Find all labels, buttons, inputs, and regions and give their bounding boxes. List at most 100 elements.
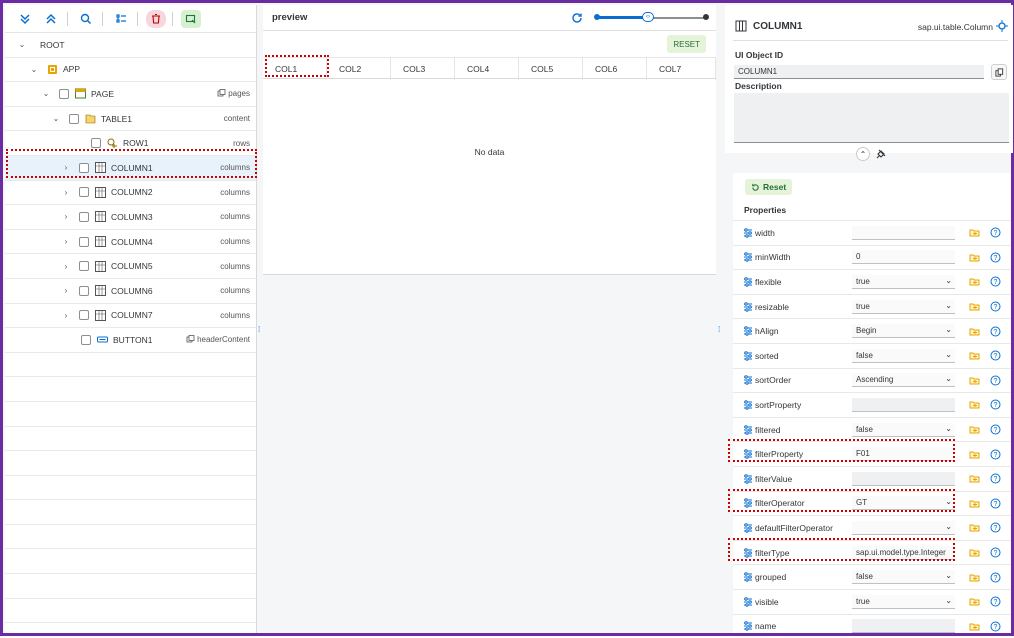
help-icon[interactable]: ? — [990, 449, 1001, 460]
navigate-icon[interactable] — [996, 20, 1008, 32]
help-icon[interactable]: ? — [990, 252, 1001, 263]
tree-node-column3[interactable]: ›COLUMN3columns — [5, 205, 256, 230]
help-icon[interactable]: ? — [990, 572, 1001, 583]
binding-icon[interactable] — [969, 276, 980, 287]
chevron-right-icon[interactable]: › — [61, 163, 71, 172]
tree-node-page[interactable]: ⌄PAGEpages — [5, 82, 256, 107]
tree-node-app[interactable]: ⌄APP — [5, 58, 256, 83]
tree-node-row1[interactable]: ROW1rows — [5, 131, 256, 156]
property-value-select[interactable]: ⌄ — [852, 521, 955, 535]
chevron-down-icon[interactable]: ⌄ — [29, 65, 39, 74]
tree-node-checkbox[interactable] — [79, 212, 89, 222]
chevron-right-icon[interactable]: › — [61, 237, 71, 246]
expand-all-icon[interactable] — [15, 10, 35, 28]
binding-icon[interactable] — [969, 227, 980, 238]
tree-node-checkbox[interactable] — [91, 138, 101, 148]
help-icon[interactable]: ? — [990, 350, 1001, 361]
tree-node-column5[interactable]: ›COLUMN5columns — [5, 254, 256, 279]
help-icon[interactable]: ? — [990, 424, 1001, 435]
property-value-input[interactable] — [852, 226, 955, 240]
chevron-down-icon[interactable]: ⌄ — [51, 114, 61, 123]
help-icon[interactable]: ? — [990, 621, 1001, 632]
tree-node-checkbox[interactable] — [79, 286, 89, 296]
binding-icon[interactable] — [969, 375, 980, 386]
refresh-icon[interactable] — [571, 12, 583, 24]
binding-icon[interactable] — [969, 473, 980, 484]
tree-node-column2[interactable]: ›COLUMN2columns — [5, 181, 256, 206]
reset-properties-button[interactable]: Reset — [745, 179, 792, 195]
binding-icon[interactable] — [969, 350, 980, 361]
tree-node-column4[interactable]: ›COLUMN4columns — [5, 230, 256, 255]
tree-node-root[interactable]: ⌄ROOT — [5, 33, 256, 58]
help-icon[interactable]: ? — [990, 276, 1001, 287]
column-header-col6[interactable]: COL6 — [583, 58, 647, 80]
binding-icon[interactable] — [969, 498, 980, 509]
property-value-select[interactable]: Ascending⌄ — [852, 373, 955, 387]
binding-icon[interactable] — [969, 301, 980, 312]
binding-icon[interactable] — [969, 449, 980, 460]
chevron-right-icon[interactable]: › — [61, 262, 71, 271]
splitter-handle-left[interactable]: ⁞ — [258, 325, 261, 335]
dropdown-arrow-icon[interactable]: ⌄ — [945, 522, 952, 531]
tree-node-column1[interactable]: ›COLUMN1columns — [5, 156, 256, 181]
help-icon[interactable]: ? — [990, 375, 1001, 386]
binding-icon[interactable] — [969, 399, 980, 410]
column-header-col7[interactable]: COL7 — [647, 58, 716, 80]
help-icon[interactable]: ? — [990, 399, 1001, 410]
collapse-header-icon[interactable]: ⌃ — [856, 147, 870, 161]
property-value-input[interactable]: sap.ui.model.type.Integer — [852, 546, 955, 560]
chevron-right-icon[interactable]: › — [61, 311, 71, 320]
column-header-col2[interactable]: COL2 — [327, 58, 391, 80]
binding-icon[interactable] — [969, 522, 980, 533]
zoom-slider-handle[interactable]: ‹› — [642, 12, 654, 22]
dropdown-arrow-icon[interactable]: ⌄ — [945, 497, 952, 506]
help-icon[interactable]: ? — [990, 301, 1001, 312]
property-value-select[interactable]: true⌄ — [852, 595, 955, 609]
ui-object-id-field[interactable]: COLUMN1 — [734, 65, 984, 79]
tree-view-icon[interactable] — [111, 10, 131, 28]
tree-node-checkbox[interactable] — [79, 237, 89, 247]
dropdown-arrow-icon[interactable]: ⌄ — [945, 350, 952, 359]
column-header-col1[interactable]: COL1 — [263, 58, 327, 80]
dropdown-arrow-icon[interactable]: ⌄ — [945, 374, 952, 383]
tree-node-button1[interactable]: BUTTON1headerContent — [5, 328, 256, 353]
property-value-input[interactable]: F01 — [852, 447, 955, 461]
chevron-down-icon[interactable]: ⌄ — [41, 89, 51, 98]
dropdown-arrow-icon[interactable]: ⌄ — [945, 424, 952, 433]
binding-icon[interactable] — [969, 621, 980, 632]
property-value-select[interactable]: false⌄ — [852, 423, 955, 437]
description-field[interactable] — [734, 93, 1009, 143]
tree-node-checkbox[interactable] — [79, 163, 89, 173]
binding-icon[interactable] — [969, 572, 980, 583]
property-value-select[interactable]: Begin⌄ — [852, 324, 955, 338]
column-header-col3[interactable]: COL3 — [391, 58, 455, 80]
property-value-select[interactable]: true⌄ — [852, 300, 955, 314]
search-icon[interactable] — [76, 10, 96, 28]
tree-node-checkbox[interactable] — [79, 310, 89, 320]
chevron-right-icon[interactable]: › — [61, 212, 71, 221]
help-icon[interactable]: ? — [990, 522, 1001, 533]
tree-node-table1[interactable]: ⌄TABLE1content — [5, 107, 256, 132]
dropdown-arrow-icon[interactable]: ⌄ — [945, 276, 952, 285]
help-icon[interactable]: ? — [990, 473, 1001, 484]
property-value-select[interactable]: true⌄ — [852, 275, 955, 289]
column-header-col4[interactable]: COL4 — [455, 58, 519, 80]
chevron-right-icon[interactable]: › — [61, 188, 71, 197]
dropdown-arrow-icon[interactable]: ⌄ — [945, 301, 952, 310]
pin-icon[interactable] — [875, 148, 887, 160]
chevron-down-icon[interactable]: ⌄ — [17, 40, 27, 49]
help-icon[interactable]: ? — [990, 326, 1001, 337]
help-icon[interactable]: ? — [990, 596, 1001, 607]
binding-icon[interactable] — [969, 547, 980, 558]
preview-reset-button[interactable]: RESET — [667, 35, 706, 53]
tree-node-checkbox[interactable] — [69, 114, 79, 124]
dropdown-arrow-icon[interactable]: ⌄ — [945, 325, 952, 334]
column-header-col5[interactable]: COL5 — [519, 58, 583, 80]
tree-node-checkbox[interactable] — [81, 335, 91, 345]
tree-node-checkbox[interactable] — [59, 89, 69, 99]
binding-icon[interactable] — [969, 424, 980, 435]
tree-node-column6[interactable]: ›COLUMN6columns — [5, 279, 256, 304]
chevron-right-icon[interactable]: › — [61, 286, 71, 295]
visibility-icon[interactable] — [181, 10, 201, 28]
property-value-input[interactable]: 0 — [852, 250, 955, 264]
